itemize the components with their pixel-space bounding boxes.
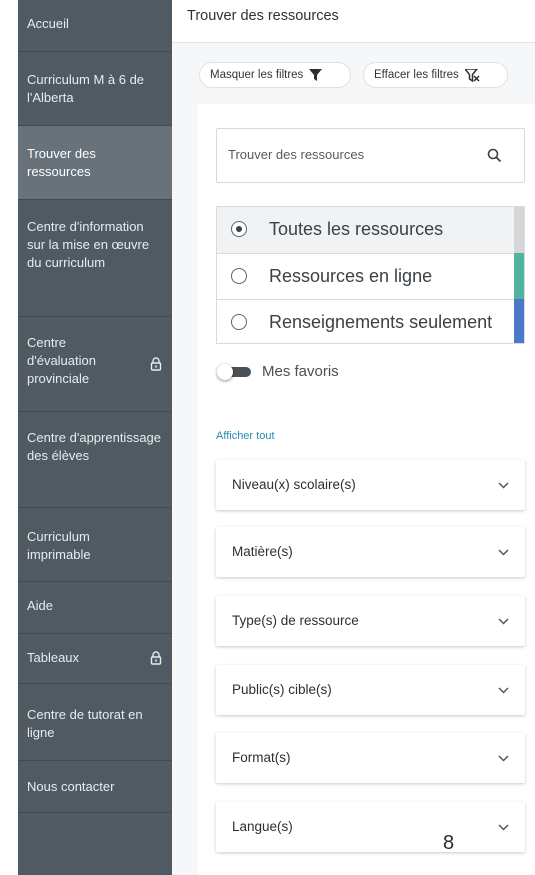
accordion-resource-types[interactable]: Type(s) de ressource [216,596,525,646]
sidebar: Accueil Curriculum M à 6 de l'Alberta Tr… [18,0,172,875]
sidebar-item-accueil[interactable]: Accueil [18,0,172,52]
left-edge-strip [0,0,18,875]
radio-all-resources[interactable]: Toutes les ressources [217,207,514,253]
chevron-down-icon [498,618,509,625]
sidebar-item-label: Accueil [27,16,69,31]
sidebar-item-student-learning[interactable]: Centre d'apprentissage des élèves [18,412,172,508]
info-only-color-bar [514,299,524,343]
hide-filters-label: Masquer les filtres [210,69,304,81]
radio-label: Ressources en ligne [269,266,433,286]
accordion-label: Niveau(x) scolaire(s) [232,477,356,492]
clear-filters-button[interactable]: Effacer les filtres [363,62,508,88]
chevron-down-icon [498,482,509,489]
sidebar-item-label: Trouver des ressources [27,146,96,179]
sidebar-item-find-resources[interactable]: Trouver des ressources [18,126,172,200]
all-resources-color-bar [514,207,524,253]
accordion-label: Langue(s) [232,819,293,834]
show-all-link[interactable]: Afficher tout [216,430,275,442]
accordion-languages[interactable]: Langue(s) [216,802,525,852]
chevron-down-icon [498,549,509,556]
page-title: Trouver des ressources [187,8,339,24]
sidebar-item-help[interactable]: Aide [18,582,172,634]
search-box [216,128,525,183]
sidebar-item-label: Centre de tutorat en ligne [27,707,143,740]
accordion-grade-levels[interactable]: Niveau(x) scolaire(s) [216,460,525,510]
search-icon[interactable] [487,148,502,163]
clear-filters-label: Effacer les filtres [374,69,459,81]
accordion-label: Public(s) cible(s) [232,682,332,697]
top-bar: Trouver des ressources [172,0,535,43]
lock-icon [150,357,162,371]
search-input[interactable] [228,147,478,162]
lock-icon [150,651,162,665]
clear-filter-icon [464,68,480,82]
radio-button [231,268,247,284]
toggle-knob [217,364,233,380]
sidebar-item-label: Tableaux [27,650,80,665]
radio-info-only[interactable]: Renseignements seulement [217,299,514,345]
sidebar-item-label: Centre d'information sur la mise en œuvr… [27,219,150,270]
sidebar-item-label: Curriculum M à 6 de l'Alberta [27,72,145,105]
sidebar-item-label: Centre d'évaluation provinciale [27,335,96,386]
sidebar-item-curriculum[interactable]: Curriculum M à 6 de l'Alberta [18,52,172,126]
sidebar-item-dashboards[interactable]: Tableaux [18,634,172,684]
chevron-down-icon [498,755,509,762]
radio-button [231,314,247,330]
sidebar-item-assessment-centre[interactable]: Centre d'évaluation provinciale [18,317,172,412]
online-resources-color-bar [514,253,524,299]
accordion-label: Type(s) de ressource [232,613,359,628]
chevron-down-icon [498,687,509,694]
filter-icon [309,69,323,81]
resource-type-radio-group: Toutes les ressources Ressources en lign… [216,206,525,344]
accordion-subjects[interactable]: Matière(s) [216,527,525,577]
radio-button-selected [231,221,247,237]
sidebar-item-implementation-centre[interactable]: Centre d'information sur la mise en œuvr… [18,200,172,317]
page-number-overlay: 8 [443,832,455,854]
favorites-toggle[interactable] [217,364,253,380]
sidebar-item-label: Nous contacter [27,779,115,794]
radio-label: Toutes les ressources [269,219,444,239]
favorites-label: Mes favoris [262,363,339,380]
sidebar-item-printable[interactable]: Curriculum imprimable [18,508,172,582]
accordion-label: Matière(s) [232,544,293,559]
sidebar-item-label: Curriculum imprimable [27,529,91,562]
sidebar-item-contact[interactable]: Nous contacter [18,761,172,813]
hide-filters-button[interactable]: Masquer les filtres [199,62,351,88]
accordion-label: Format(s) [232,750,291,765]
radio-online-resources[interactable]: Ressources en ligne [217,253,514,299]
accordion-formats[interactable]: Format(s) [216,733,525,783]
sidebar-item-tutoring[interactable]: Centre de tutorat en ligne [18,684,172,761]
sidebar-item-label: Aide [27,598,54,613]
sidebar-item-label: Centre d'apprentissage des élèves [27,430,162,463]
accordion-target-audiences[interactable]: Public(s) cible(s) [216,665,525,715]
chevron-down-icon [498,824,509,831]
radio-label: Renseignements seulement [269,312,493,332]
